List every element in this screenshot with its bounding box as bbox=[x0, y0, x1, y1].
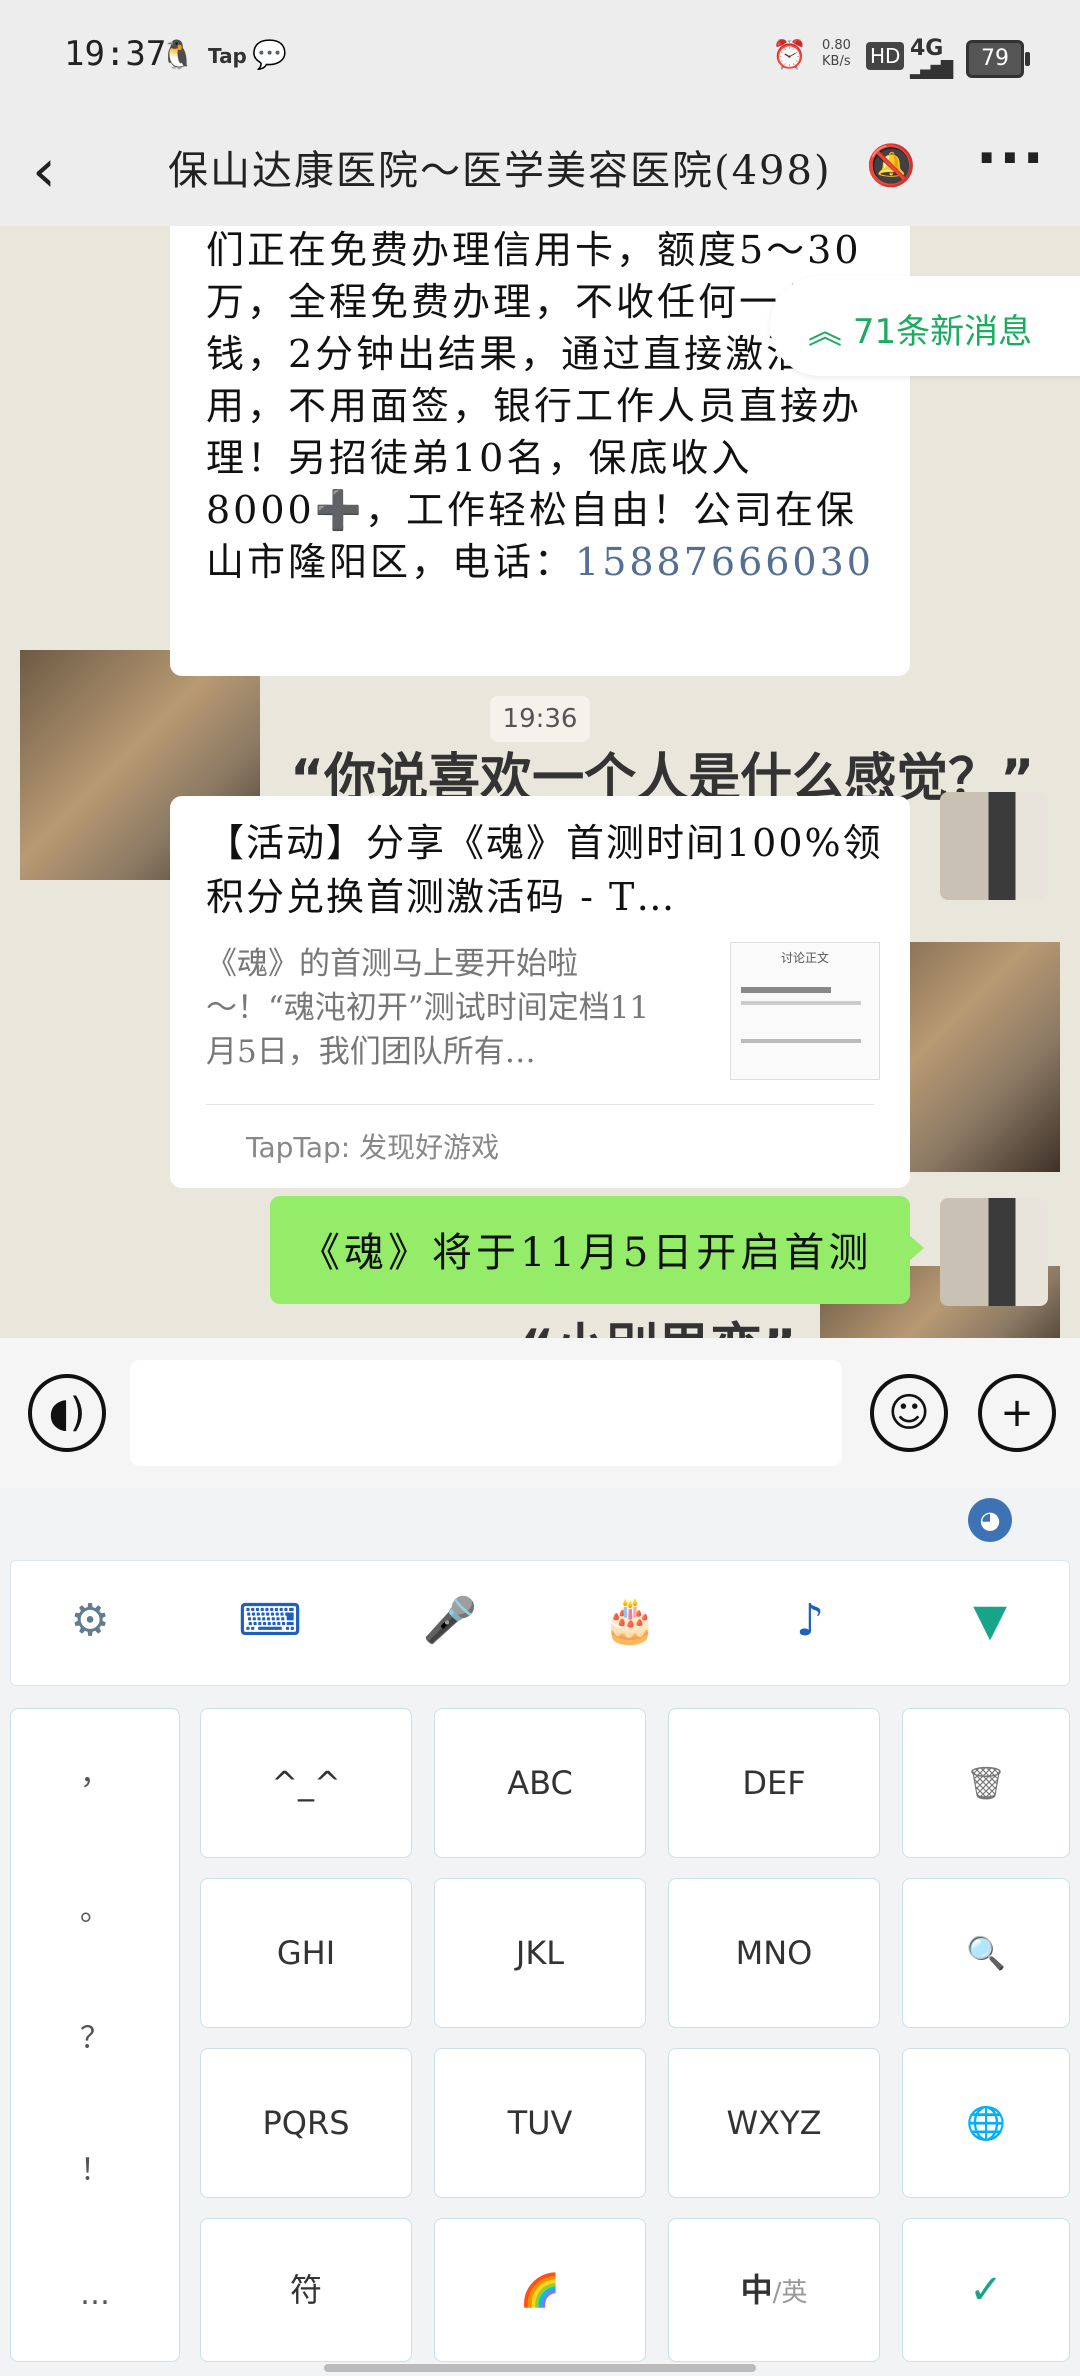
chat-area[interactable]: “你说喜欢一个人是什么感觉？” “小别思恋” 们正在免费办理信用卡，额度5～30… bbox=[0, 226, 1080, 1338]
gear-icon[interactable]: ⚙ bbox=[55, 1591, 125, 1651]
punct-question[interactable]: ？ bbox=[11, 2013, 179, 2057]
message-input[interactable] bbox=[130, 1360, 842, 1466]
new-messages-button[interactable]: ︽ 71条新消息 bbox=[770, 276, 1080, 376]
punct-period[interactable]: 。 bbox=[11, 1885, 179, 1929]
key-pqrs[interactable]: PQRS bbox=[200, 2048, 412, 2198]
message-timestamp: 19:36 bbox=[490, 696, 590, 742]
cake-icon[interactable]: 🎂 bbox=[595, 1591, 665, 1651]
rainbow-icon[interactable]: 🌈 bbox=[434, 2218, 646, 2362]
punct-comma[interactable]: ， bbox=[11, 1749, 179, 1793]
home-indicator[interactable] bbox=[324, 2364, 756, 2372]
keyboard-mascot-icon[interactable]: ◕ bbox=[968, 1498, 1012, 1542]
more-icon[interactable]: ··· bbox=[976, 126, 1046, 191]
card-description: 《魂》的首测马上要开始啦～！“魂沌初开”测试时间定档11月5日，我们团队所有… bbox=[206, 946, 650, 1070]
key-mno[interactable]: MNO bbox=[668, 1878, 880, 2028]
key-wxyz[interactable]: WXYZ bbox=[668, 2048, 880, 2198]
key-emoticon[interactable]: ^_^ bbox=[200, 1708, 412, 1858]
keyboard-icon[interactable]: ⌨ bbox=[235, 1591, 305, 1651]
globe-icon[interactable]: 🌐 bbox=[902, 2048, 1070, 2198]
signal-bars-icon: ▂▄▆█ bbox=[910, 60, 953, 79]
punctuation-column[interactable]: ， 。 ？ ！ … bbox=[10, 1708, 180, 2362]
key-symbols[interactable]: 符 bbox=[200, 2218, 412, 2362]
link-card-message[interactable]: 【活动】分享《魂》首测时间100%领积分兑换首测激活码 - T… 《魂》的首测马… bbox=[170, 796, 910, 1188]
avatar[interactable] bbox=[940, 1198, 1048, 1306]
music-note-icon[interactable]: ♪ bbox=[775, 1591, 845, 1651]
thumbnail-heading: 讨论正文 bbox=[780, 951, 829, 965]
back-icon[interactable]: ‹ bbox=[32, 136, 56, 206]
muted-bell-icon: 🔕 bbox=[866, 143, 916, 189]
message-text: 们正在免费办理信用卡，额度5～30万，全程免费办理，不收任何一分钱，2分钟出结果… bbox=[206, 228, 874, 584]
plus-icon[interactable]: + bbox=[978, 1374, 1056, 1452]
voice-icon[interactable]: ◖) bbox=[28, 1374, 106, 1452]
checkmark-icon[interactable]: ✓ bbox=[902, 2218, 1070, 2362]
key-def[interactable]: DEF bbox=[668, 1708, 880, 1858]
key-tuv[interactable]: TUV bbox=[434, 2048, 646, 2198]
punct-ellipsis[interactable]: … bbox=[11, 2277, 179, 2312]
key-ghi[interactable]: GHI bbox=[200, 1878, 412, 2028]
card-thumbnail: 讨论正文 bbox=[730, 942, 880, 1080]
chat-title: 保山达康医院～医学美容医院(498) bbox=[168, 148, 832, 194]
alarm-icon: ⏰ bbox=[772, 38, 807, 71]
network-speed: 0.80 KB/s bbox=[822, 38, 851, 69]
status-time: 19:37 bbox=[64, 34, 167, 74]
keyboard: ◕ ⚙ ⌨ 🎤 🎂 ♪ ▼ ， 。 ？ ！ … ^_^ ABC DEF 🗑 GH… bbox=[0, 1488, 1080, 2376]
double-chevron-up-icon: ︽ bbox=[808, 312, 853, 352]
input-bar: ◖) ☺ + bbox=[0, 1338, 1080, 1488]
card-source: TapTap: 发现好游戏 bbox=[246, 1131, 500, 1164]
punct-exclaim[interactable]: ！ bbox=[11, 2145, 179, 2189]
signal-4g: 4G bbox=[910, 36, 944, 61]
tap-icon: Tap bbox=[208, 44, 247, 68]
hd-badge: HD bbox=[866, 42, 905, 70]
new-messages-label: ︽ 71条新消息 bbox=[808, 312, 1033, 352]
status-bar: 19:37 🐧 Tap 💬 ⏰ 0.80 KB/s HD 4G ▂▄▆█ 79 bbox=[0, 0, 1080, 112]
search-icon[interactable]: 🔍 bbox=[902, 1878, 1070, 2028]
keyboard-toolbar: ⚙ ⌨ 🎤 🎂 ♪ ▼ bbox=[10, 1560, 1070, 1686]
background-caption: “小别思恋” bbox=[520, 1306, 796, 1338]
battery-level: 79 bbox=[981, 46, 1009, 71]
thumbnail-line bbox=[741, 1001, 861, 1005]
microphone-icon[interactable]: 🎤 bbox=[415, 1591, 485, 1651]
message-text: 《魂》将于11月5日开启首测 bbox=[300, 1230, 873, 1276]
key-abc[interactable]: ABC bbox=[434, 1708, 646, 1858]
battery-icon: 79 bbox=[966, 40, 1030, 78]
chat-app-icon: 💬 bbox=[252, 38, 287, 71]
thumbnail-line bbox=[741, 1039, 861, 1043]
delete-icon[interactable]: 🗑 bbox=[902, 1708, 1070, 1858]
emoji-icon[interactable]: ☺ bbox=[870, 1374, 948, 1452]
thumbnail-line bbox=[741, 987, 831, 993]
collapse-triangle-icon[interactable]: ▼ bbox=[955, 1591, 1025, 1651]
card-title: 【活动】分享《魂》首测时间100%领积分兑换首测激活码 - T… bbox=[206, 821, 883, 919]
key-jkl[interactable]: JKL bbox=[434, 1878, 646, 2028]
chat-header: ‹ 保山达康医院～医学美容医院(498) 🔕 ··· bbox=[0, 112, 1080, 226]
phone-link[interactable]: 15887666030 bbox=[575, 540, 874, 584]
avatar[interactable] bbox=[940, 792, 1048, 900]
qq-icon: 🐧 bbox=[160, 38, 195, 71]
sent-message[interactable]: 《魂》将于11月5日开启首测 bbox=[270, 1196, 924, 1304]
card-divider bbox=[206, 1104, 874, 1105]
key-language-switch[interactable]: 中/英 bbox=[668, 2218, 880, 2362]
